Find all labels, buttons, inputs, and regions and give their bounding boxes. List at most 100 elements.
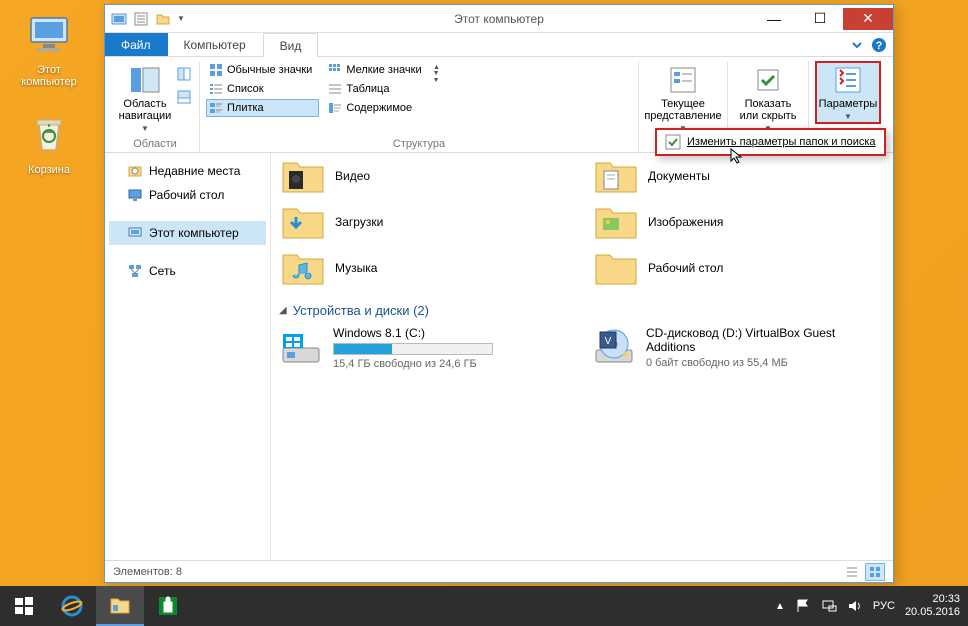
navpane-icon — [129, 64, 161, 96]
folder-videos[interactable]: Видео — [279, 155, 572, 197]
store-icon — [156, 594, 180, 618]
currentview-icon — [667, 64, 699, 96]
view-scroll-down[interactable]: ▼ — [433, 70, 440, 77]
view-content[interactable]: Содержимое — [325, 99, 428, 117]
window-title: Этот компьютер — [454, 12, 544, 26]
view-scroll-up[interactable]: ▼ — [433, 63, 440, 70]
view-small-icons[interactable]: Мелкие значки — [325, 61, 428, 79]
documents-folder-icon — [594, 157, 638, 195]
view-details-button[interactable] — [842, 563, 862, 581]
taskbar-explorer[interactable] — [96, 586, 144, 626]
nav-network[interactable]: Сеть — [109, 259, 266, 283]
folders-grid: Видео Документы Загрузки Изображения Муз… — [279, 155, 885, 289]
folder-pictures[interactable]: Изображения — [592, 201, 885, 243]
options-button[interactable]: Параметры ▼ — [815, 61, 881, 124]
details-view-icon — [845, 565, 859, 579]
details-icon — [177, 90, 191, 104]
folder-desktop[interactable]: Рабочий стол — [592, 247, 885, 289]
help-icon[interactable]: ? — [871, 37, 887, 53]
folder-music[interactable]: Музыка — [279, 247, 572, 289]
view-normal-icons[interactable]: Обычные значки — [206, 61, 319, 79]
volume-icon[interactable] — [847, 598, 863, 614]
network-tray-icon[interactable] — [821, 598, 837, 614]
group-label-layout: Структура — [206, 136, 632, 152]
view-tiles-button[interactable] — [865, 563, 885, 581]
tiles-view-icon — [868, 565, 882, 579]
desktop-folder-icon — [594, 249, 638, 287]
list-icon — [209, 82, 223, 96]
pictures-folder-icon — [594, 203, 638, 241]
desktop-icon — [127, 187, 143, 203]
tiles-icon — [209, 101, 223, 115]
view-tiles[interactable]: Плитка — [206, 99, 319, 117]
drive-d[interactable]: V CD-дисковод (D:) VirtualBox Guest Addi… — [592, 326, 885, 370]
recent-icon — [127, 163, 143, 179]
nav-pane[interactable]: Недавние места Рабочий стол Этот компьют… — [105, 153, 271, 560]
qat-dropdown-icon[interactable]: ▼ — [177, 14, 185, 23]
network-icon — [127, 263, 143, 279]
nav-recent[interactable]: Недавние места — [109, 159, 266, 183]
section-devices[interactable]: ◢ Устройства и диски (2) — [279, 303, 885, 318]
folder-downloads[interactable]: Загрузки — [279, 201, 572, 243]
nav-desktop[interactable]: Рабочий стол — [109, 183, 266, 207]
titlebar[interactable]: ▼ Этот компьютер — ☐ ✕ — [105, 5, 893, 33]
current-view-button[interactable]: Текущее представление ▼ — [645, 61, 721, 136]
icons-icon — [209, 63, 223, 77]
options-menu-item[interactable]: Изменить параметры папок и поиска — [655, 128, 886, 156]
taskbar-ie[interactable] — [48, 586, 96, 626]
taskbar-store[interactable] — [144, 586, 192, 626]
qat-properties-icon[interactable] — [133, 11, 149, 27]
nav-thispc[interactable]: Этот компьютер — [109, 221, 266, 245]
flag-icon[interactable] — [795, 598, 811, 614]
explorer-window: ▼ Этот компьютер — ☐ ✕ Файл Компьютер Ви… — [104, 4, 894, 583]
small-icons-icon — [328, 63, 342, 77]
ribbon-tabs: Файл Компьютер Вид ? — [105, 33, 893, 57]
cdrom-icon: V — [592, 326, 636, 370]
tab-view[interactable]: Вид — [263, 33, 319, 57]
minimize-button[interactable]: — — [751, 8, 797, 30]
ribbon-collapse-icon[interactable] — [849, 37, 865, 53]
ie-icon — [60, 594, 84, 618]
tray-up-icon[interactable]: ▲ — [775, 601, 785, 612]
close-button[interactable]: ✕ — [843, 8, 893, 30]
windows-icon — [14, 596, 34, 616]
navigation-pane-button[interactable]: Область навигации ▼ — [117, 61, 173, 136]
content-area[interactable]: Видео Документы Загрузки Изображения Муз… — [271, 153, 893, 560]
taskbar[interactable]: ▲ РУС 20:33 20.05.2016 — [0, 586, 968, 626]
maximize-button[interactable]: ☐ — [797, 8, 843, 30]
window-icon — [111, 11, 127, 27]
music-folder-icon — [281, 249, 325, 287]
options-icon — [832, 64, 864, 96]
tab-file[interactable]: Файл — [105, 33, 168, 56]
preview-pane-button[interactable] — [175, 63, 193, 85]
preview-icon — [177, 67, 191, 81]
desktop-icon-recycle[interactable]: Корзина — [14, 110, 84, 176]
explorer-icon — [108, 593, 132, 617]
view-expand[interactable]: ▼ — [433, 77, 440, 84]
svg-text:V: V — [605, 336, 612, 347]
svg-text:?: ? — [876, 40, 883, 52]
view-list[interactable]: Список — [206, 80, 319, 98]
window-body: Недавние места Рабочий стол Этот компьют… — [105, 153, 893, 560]
system-tray: ▲ РУС 20:33 20.05.2016 — [775, 586, 968, 626]
collapse-icon: ◢ — [279, 305, 287, 316]
desktop-icon-label: Корзина — [14, 164, 84, 176]
language-indicator[interactable]: РУС — [873, 600, 895, 612]
desktop[interactable]: Этот компьютер Корзина ▼ Этот компьютер … — [0, 0, 968, 626]
details-pane-button[interactable] — [175, 86, 193, 108]
cursor-icon — [730, 148, 746, 164]
computer-icon — [25, 10, 73, 58]
show-hide-button[interactable]: Показать или скрыть ▼ — [734, 61, 802, 136]
drive-c[interactable]: Windows 8.1 (C:) 15,4 ГБ свободно из 24,… — [279, 326, 572, 370]
video-folder-icon — [281, 157, 325, 195]
qat-newfolder-icon[interactable] — [155, 11, 171, 27]
tab-computer[interactable]: Компьютер — [168, 33, 263, 56]
drive-usage-bar — [333, 343, 493, 355]
desktop-icon-thispc[interactable]: Этот компьютер — [14, 10, 84, 88]
computer-icon — [127, 225, 143, 241]
status-text: Элементов: 8 — [113, 566, 182, 578]
clock[interactable]: 20:33 20.05.2016 — [905, 593, 960, 619]
statusbar: Элементов: 8 — [105, 560, 893, 582]
view-table[interactable]: Таблица — [325, 80, 428, 98]
start-button[interactable] — [0, 586, 48, 626]
